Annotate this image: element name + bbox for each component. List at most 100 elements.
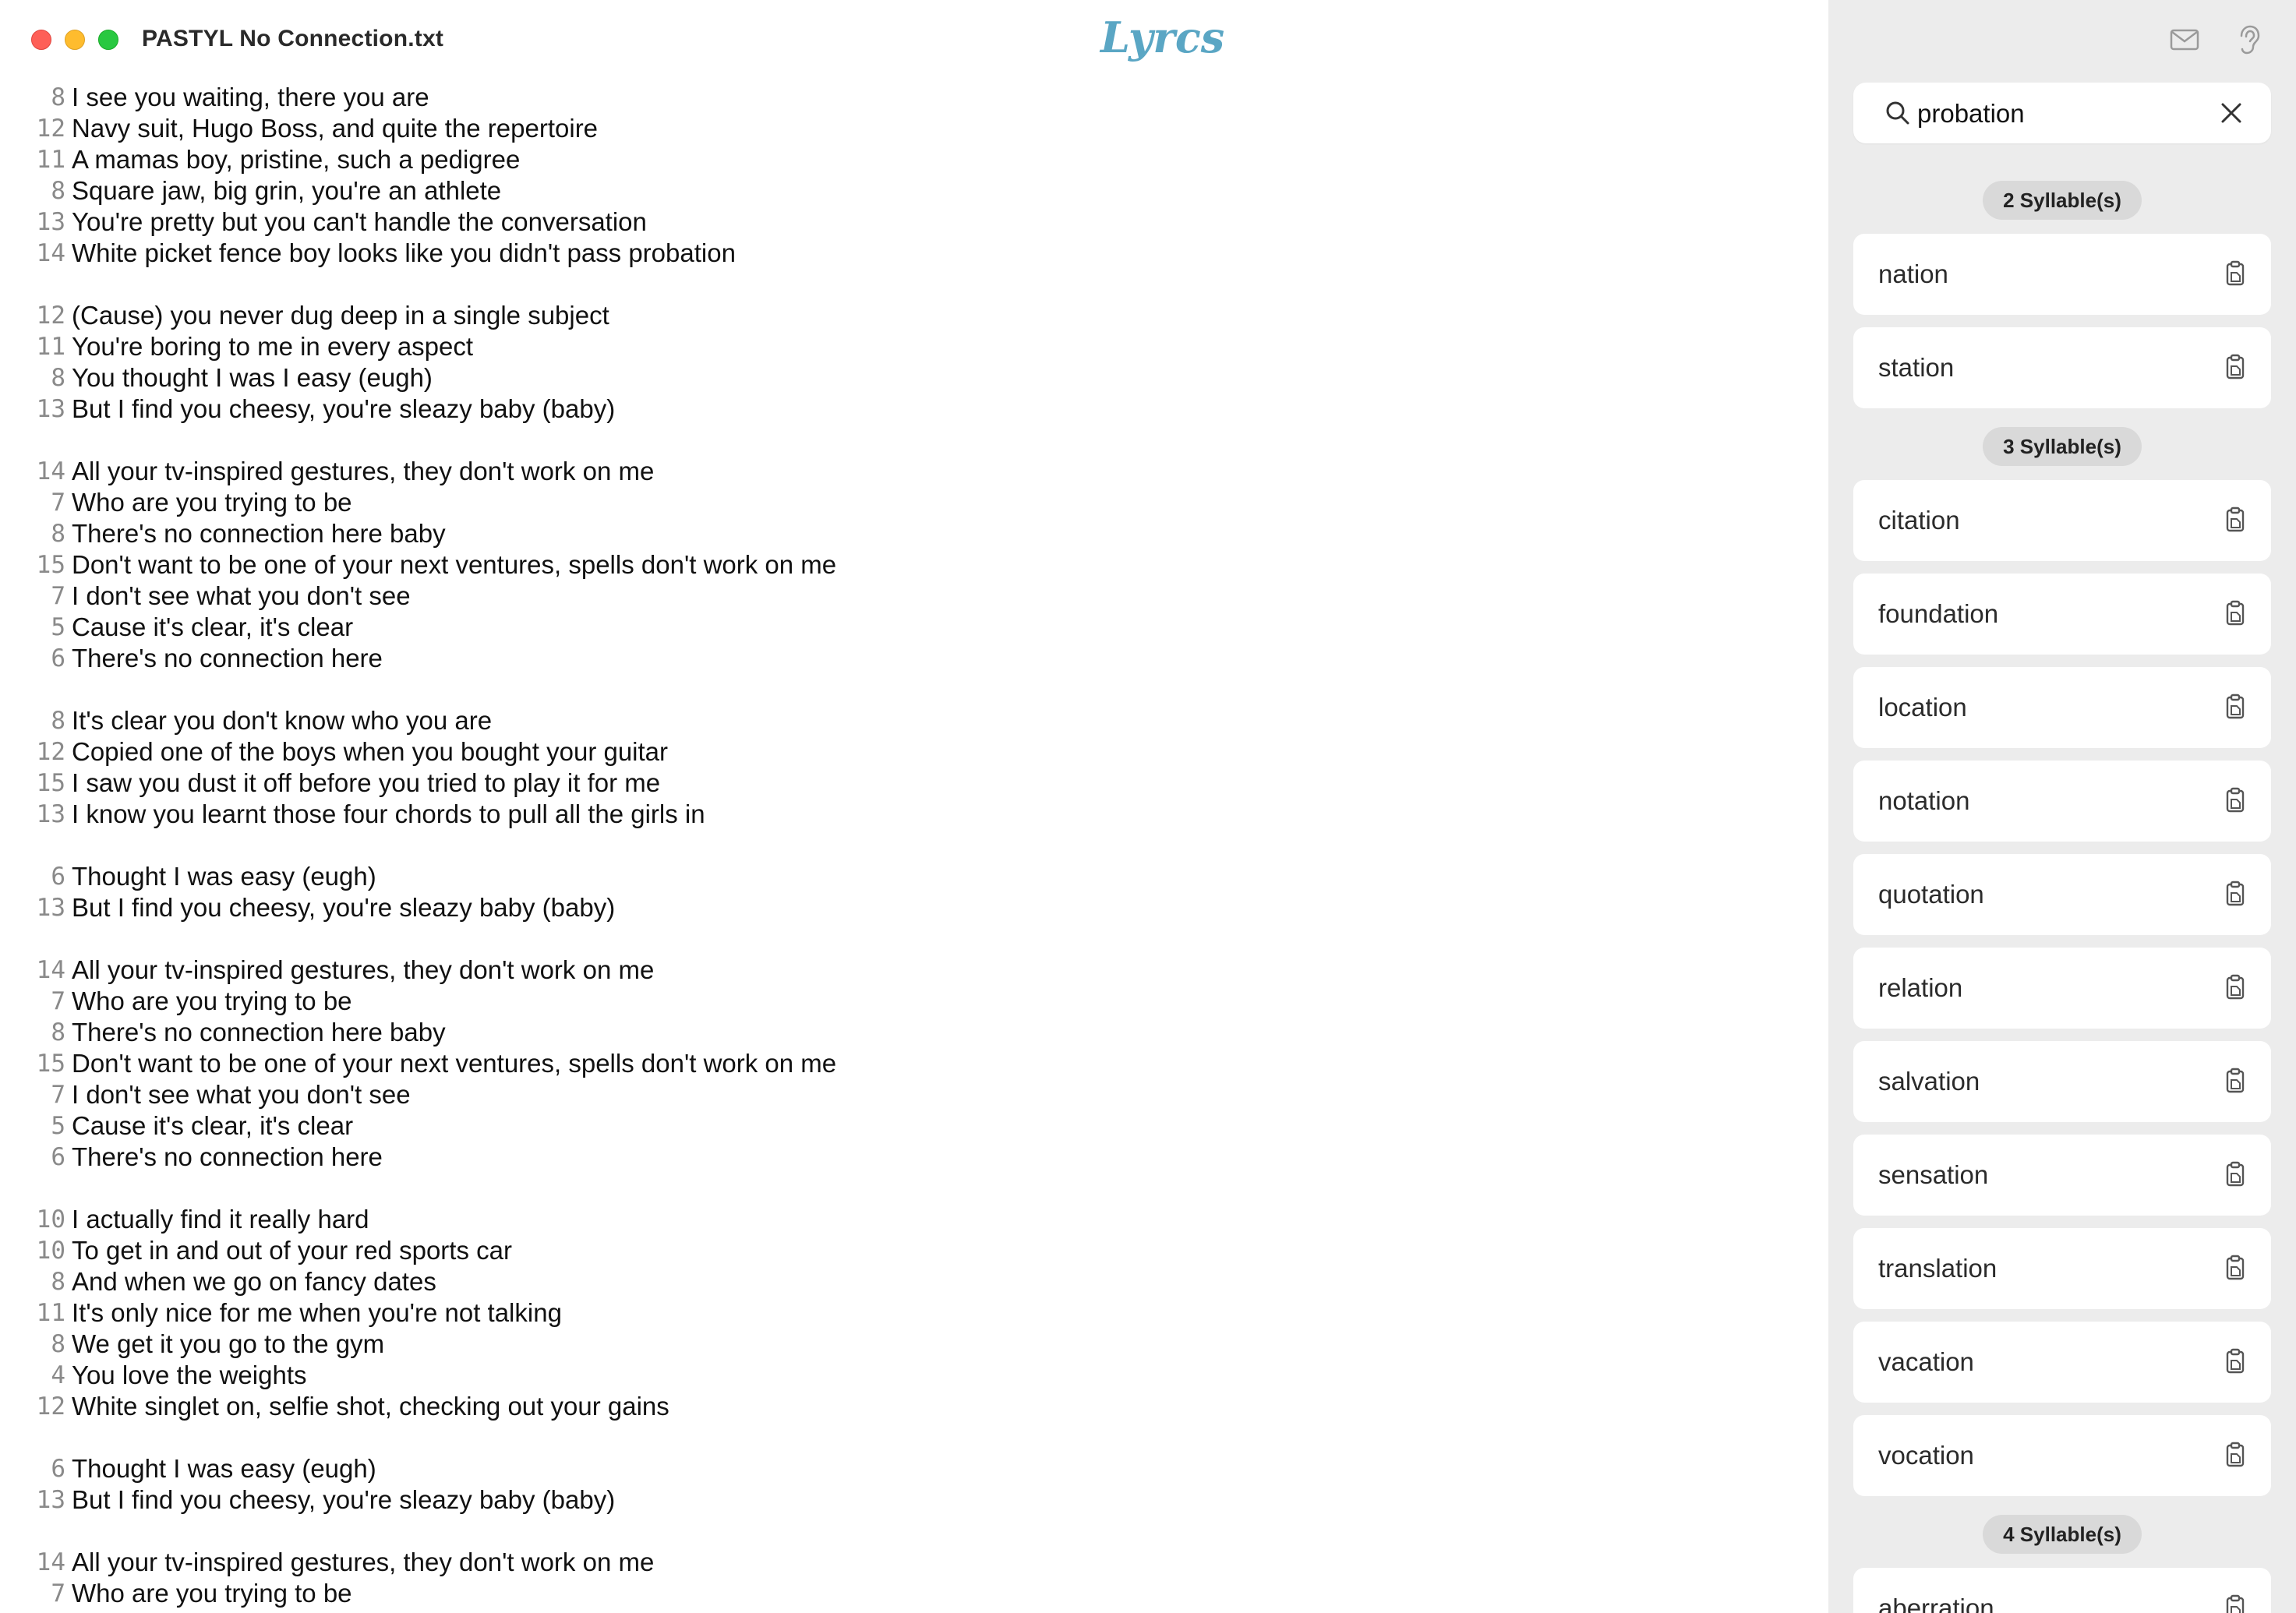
lyric-text[interactable]: I know you learnt those four chords to p… <box>72 799 705 830</box>
rhyme-word-card[interactable]: translation <box>1853 1228 2271 1309</box>
copy-icon[interactable] <box>2221 974 2249 1002</box>
lyric-line[interactable]: 7 Who are you trying to be <box>0 487 1793 518</box>
zoom-window-button[interactable] <box>98 30 118 50</box>
lyrics-text-area[interactable]: 8I see you waiting, there you are 12 Navy … <box>0 82 1793 1609</box>
lyric-line[interactable]: 7 Who are you trying to be <box>0 1578 1793 1609</box>
lyric-text[interactable]: I saw you dust it off before you tried t… <box>72 768 660 799</box>
lyric-text[interactable]: Cause it's clear, it's clear <box>72 1110 353 1142</box>
close-icon[interactable] <box>2218 100 2245 126</box>
blank-line[interactable] <box>0 1422 1793 1453</box>
copy-icon[interactable] <box>2221 694 2249 722</box>
rhyme-word-card[interactable]: location <box>1853 667 2271 748</box>
copy-icon[interactable] <box>2221 1068 2249 1096</box>
lyric-text[interactable]: You thought I was I easy (eugh) <box>72 362 433 394</box>
lyric-line[interactable]: 6 Thought I was easy (eugh) <box>0 861 1793 892</box>
lyric-line[interactable]: 6 There's no connection here <box>0 1142 1793 1173</box>
lyric-text[interactable]: It's only nice for me when you're not ta… <box>72 1297 562 1329</box>
lyric-text[interactable]: Square jaw, big grin, you're an athlete <box>72 175 501 206</box>
lyric-line[interactable]: 13 You're pretty but you can't handle the… <box>0 206 1793 238</box>
lyric-line[interactable]: 12 White singlet on, selfie shot, checkin… <box>0 1391 1793 1422</box>
rhyme-search-box[interactable] <box>1853 83 2271 143</box>
lyric-line[interactable]: 13 But I find you cheesy, you're sleazy b… <box>0 892 1793 923</box>
lyric-line[interactable]: 8I see you waiting, there you are <box>0 82 1793 113</box>
lyric-line[interactable]: 14 All your tv-inspired gestures, they do… <box>0 1547 1793 1578</box>
lyric-line[interactable]: 5 Cause it's clear, it's clear <box>0 612 1793 643</box>
copy-icon[interactable] <box>2221 1255 2249 1283</box>
copy-icon[interactable] <box>2221 1348 2249 1376</box>
lyric-line[interactable]: 10 I actually find it really hard <box>0 1204 1793 1235</box>
lyric-line[interactable]: 7 Who are you trying to be <box>0 986 1793 1017</box>
lyric-text[interactable]: White singlet on, selfie shot, checking … <box>72 1391 669 1422</box>
rhyme-word-card[interactable]: station <box>1853 327 2271 408</box>
lyric-text[interactable]: I see you waiting, there you are <box>72 82 429 113</box>
lyric-line[interactable]: 8 Square jaw, big grin, you're an athlete <box>0 175 1793 206</box>
lyric-line[interactable]: 15 Don't want to be one of your next vent… <box>0 549 1793 581</box>
lyric-text[interactable]: A mamas boy, pristine, such a pedigree <box>72 144 520 175</box>
lyric-text[interactable]: Navy suit, Hugo Boss, and quite the repe… <box>72 113 598 144</box>
lyric-line[interactable]: 7I don't see what you don't see <box>0 1079 1793 1110</box>
rhyme-word-card[interactable]: vocation <box>1853 1415 2271 1496</box>
lyric-text[interactable]: It's clear you don't know who you are <box>72 705 492 736</box>
lyric-text[interactable]: Copied one of the boys when you bought y… <box>72 736 668 768</box>
rhyme-word-card[interactable]: notation <box>1853 761 2271 842</box>
lyric-text[interactable]: But I find you cheesy, you're sleazy bab… <box>72 394 615 425</box>
copy-icon[interactable] <box>2221 1594 2249 1613</box>
lyric-line[interactable]: 4 You love the weights <box>0 1360 1793 1391</box>
close-window-button[interactable] <box>31 30 51 50</box>
lyric-text[interactable]: There's no connection here baby <box>72 518 446 549</box>
lyric-text[interactable]: But I find you cheesy, you're sleazy bab… <box>72 892 615 923</box>
minimize-window-button[interactable] <box>65 30 85 50</box>
lyric-line[interactable]: 11 A mamas boy, pristine, such a pedigree <box>0 144 1793 175</box>
lyric-line[interactable]: 13 I know you learnt those four chords to… <box>0 799 1793 830</box>
lyric-text[interactable]: White picket fence boy looks like you di… <box>72 238 736 269</box>
lyric-line[interactable]: 10 To get in and out of your red sports c… <box>0 1235 1793 1266</box>
lyric-text[interactable]: Thought I was easy (eugh) <box>72 861 376 892</box>
lyric-line[interactable]: 6 There's no connection here <box>0 643 1793 674</box>
lyric-text[interactable]: You love the weights <box>72 1360 307 1391</box>
lyric-line[interactable]: 12 Navy suit, Hugo Boss, and quite the re… <box>0 113 1793 144</box>
rhyme-word-card[interactable]: foundation <box>1853 574 2271 655</box>
copy-icon[interactable] <box>2221 600 2249 628</box>
lyric-line[interactable]: 11 It's only nice for me when you're not … <box>0 1297 1793 1329</box>
lyric-text[interactable]: There's no connection here <box>72 643 383 674</box>
lyric-line[interactable]: 8 You thought I was I easy (eugh) <box>0 362 1793 394</box>
lyric-text[interactable]: Thought I was easy (eugh) <box>72 1453 376 1484</box>
lyric-text[interactable]: I don't see what you don't see <box>72 581 411 612</box>
copy-icon[interactable] <box>2221 881 2249 909</box>
blank-line[interactable] <box>0 1173 1793 1204</box>
lyric-text[interactable]: Who are you trying to be <box>72 487 352 518</box>
blank-line[interactable] <box>0 923 1793 955</box>
lyric-line[interactable]: 6 Thought I was easy (eugh) <box>0 1453 1793 1484</box>
lyric-text[interactable]: (Cause) you never dug deep in a single s… <box>72 300 609 331</box>
lyric-text[interactable]: I don't see what you don't see <box>72 1079 411 1110</box>
copy-icon[interactable] <box>2221 1442 2249 1470</box>
lyric-line[interactable]: 15 I saw you dust it off before you tried… <box>0 768 1793 799</box>
lyric-text[interactable]: Who are you trying to be <box>72 1578 352 1609</box>
mail-icon[interactable] <box>2168 23 2201 56</box>
rhyme-word-card[interactable]: sensation <box>1853 1135 2271 1216</box>
copy-icon[interactable] <box>2221 506 2249 535</box>
copy-icon[interactable] <box>2221 354 2249 382</box>
lyric-line[interactable]: 8 And when we go on fancy dates <box>0 1266 1793 1297</box>
lyric-line[interactable]: 11 You're boring to me in every aspect <box>0 331 1793 362</box>
blank-line[interactable] <box>0 830 1793 861</box>
lyric-text[interactable]: Don't want to be one of your next ventur… <box>72 1048 836 1079</box>
lyric-line[interactable]: 13 But I find you cheesy, you're sleazy b… <box>0 1484 1793 1516</box>
rhyme-search-input[interactable] <box>1916 90 2199 137</box>
rhyme-word-card[interactable]: vacation <box>1853 1322 2271 1403</box>
lyric-line[interactable]: 12 Copied one of the boys when you bought… <box>0 736 1793 768</box>
rhyme-word-card[interactable]: citation <box>1853 480 2271 561</box>
lyric-text[interactable]: You're boring to me in every aspect <box>72 331 473 362</box>
lyric-line[interactable]: 12 (Cause) you never dug deep in a single… <box>0 300 1793 331</box>
lyric-line[interactable]: 7I don't see what you don't see <box>0 581 1793 612</box>
lyric-text[interactable]: I actually find it really hard <box>72 1204 369 1235</box>
lyric-text[interactable]: All your tv-inspired gestures, they don'… <box>72 955 654 986</box>
blank-line[interactable] <box>0 269 1793 300</box>
lyric-text[interactable]: To get in and out of your red sports car <box>72 1235 512 1266</box>
blank-line[interactable] <box>0 1516 1793 1547</box>
ear-icon[interactable] <box>2232 23 2265 56</box>
lyric-text[interactable]: You're pretty but you can't handle the c… <box>72 206 647 238</box>
lyric-line[interactable]: 14 White picket fence boy looks like you … <box>0 238 1793 269</box>
lyric-text[interactable]: Don't want to be one of your next ventur… <box>72 549 836 581</box>
blank-line[interactable] <box>0 674 1793 705</box>
